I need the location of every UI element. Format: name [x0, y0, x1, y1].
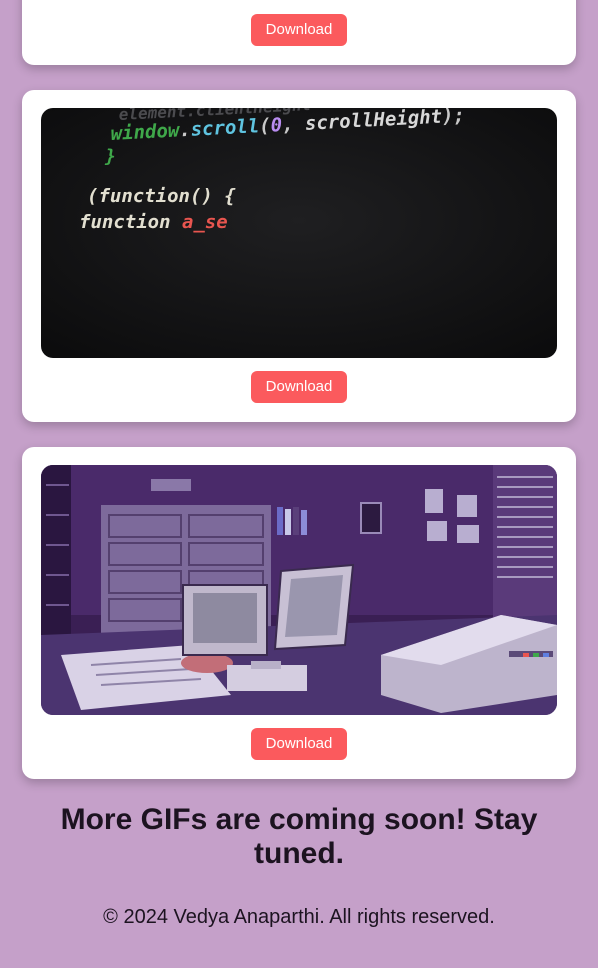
- code-line: (function() {: [87, 185, 236, 207]
- code-line: function a_se: [79, 211, 228, 233]
- download-button[interactable]: Download: [251, 371, 347, 403]
- gif-card: element.clientHeight window.scroll(0, sc…: [22, 90, 576, 422]
- code-line: }: [104, 146, 116, 167]
- footer-copyright: © 2024 Vedya Anaparthi. All rights reser…: [103, 906, 495, 928]
- gif-image: [41, 465, 557, 715]
- gif-card: Download: [22, 0, 576, 65]
- download-button[interactable]: Download: [251, 728, 347, 760]
- gif-image: element.clientHeight window.scroll(0, sc…: [41, 108, 557, 358]
- gif-card: Download: [22, 447, 576, 779]
- download-button[interactable]: Download: [251, 14, 347, 46]
- coming-soon-heading: More GIFs are coming soon! Stay tuned.: [60, 803, 538, 870]
